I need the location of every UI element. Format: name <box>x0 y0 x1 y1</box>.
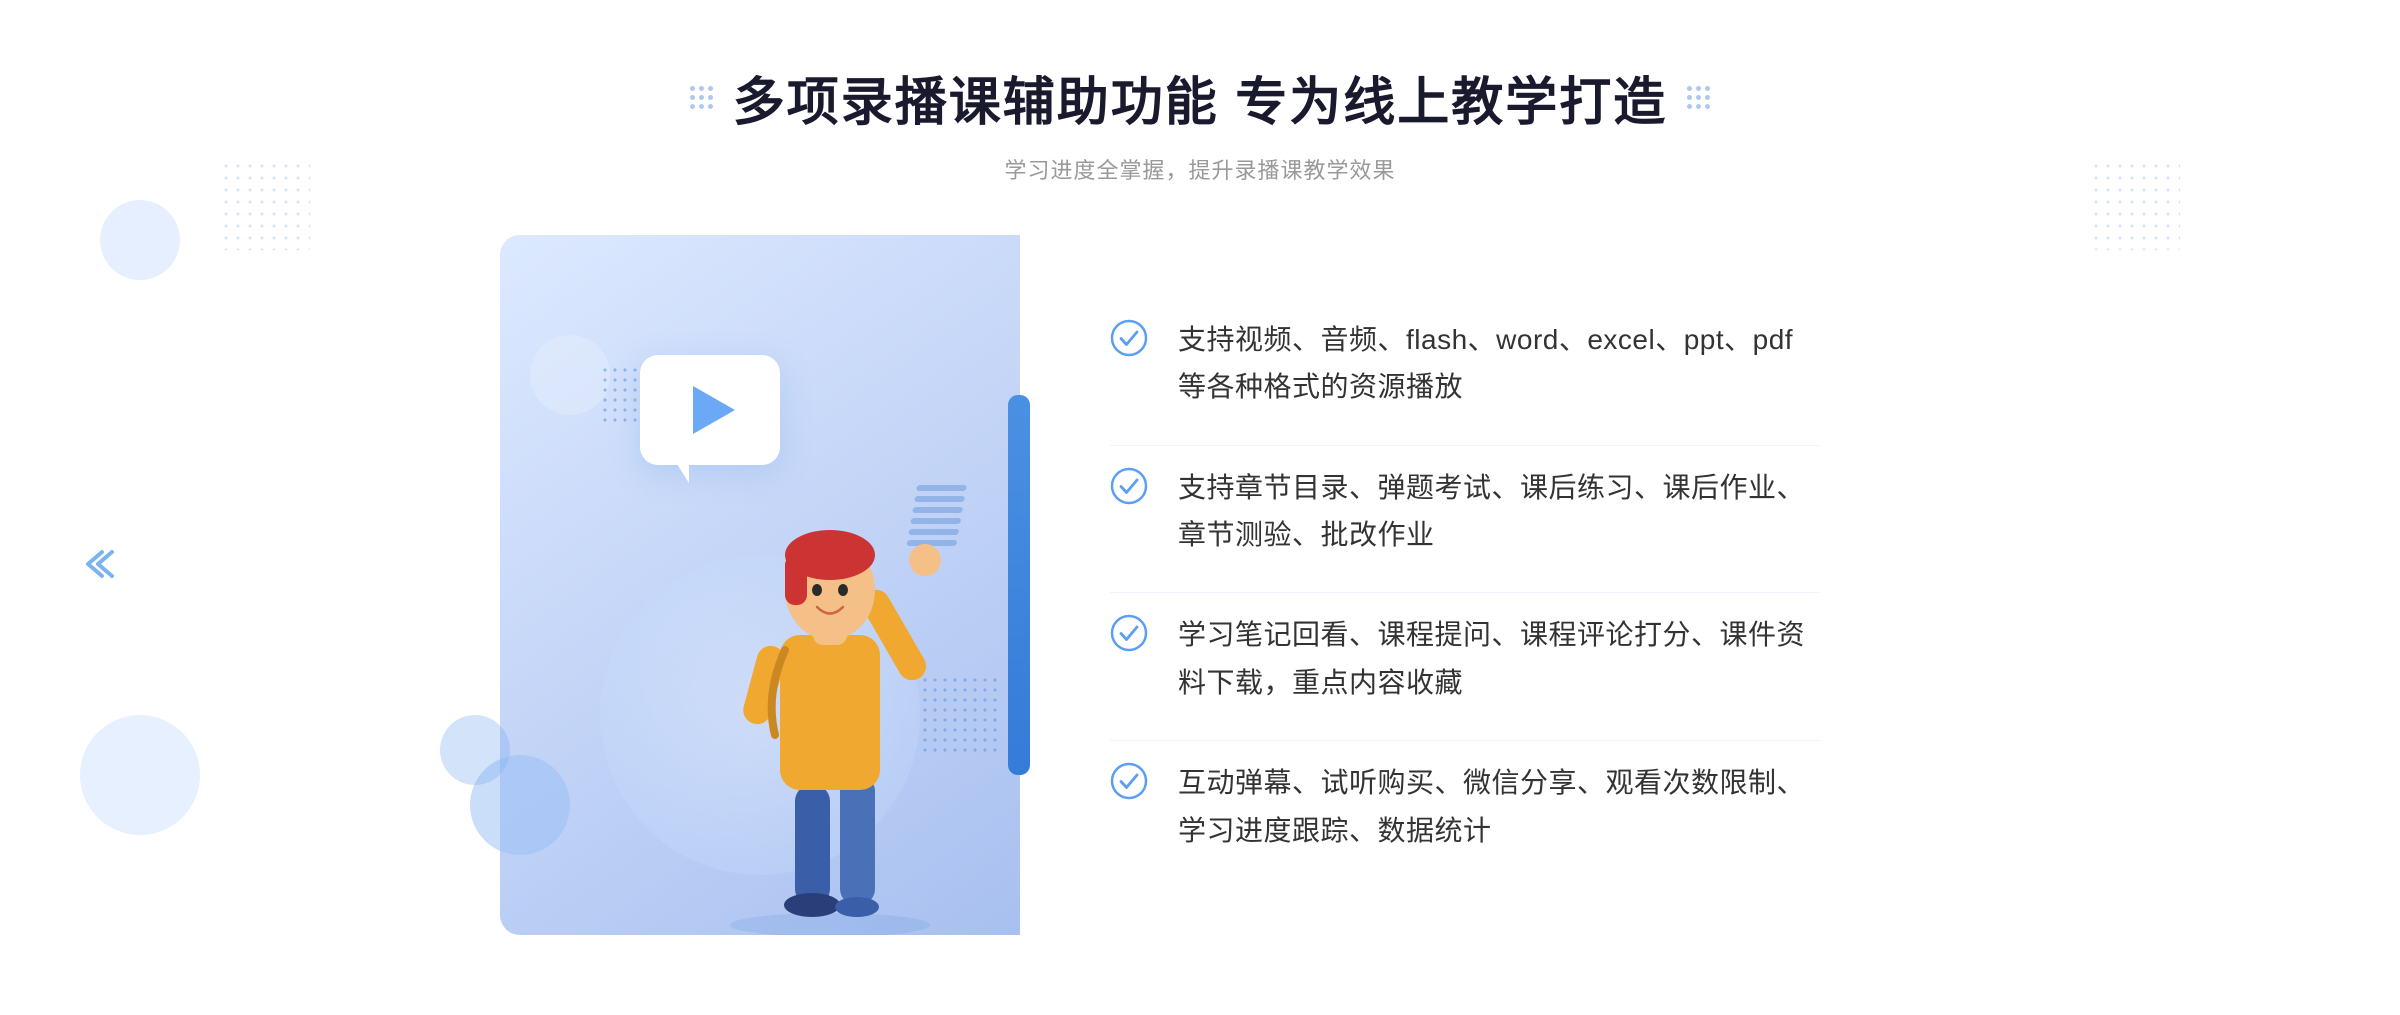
blue-accent-bar <box>1008 395 1030 775</box>
page-container: 多项录播课辅助功能 专为线上教学打造 学习进度全掌握，提升录播课教学效果 <box>0 0 2400 1015</box>
feature-text-3: 学习笔记回看、课程提问、课程评论打分、课件资料下载，重点内容收藏 <box>1178 611 1820 706</box>
feature-text-2: 支持章节目录、弹题考试、课后练习、课后作业、章节测验、批改作业 <box>1178 464 1820 559</box>
dots-decoration-left <box>220 160 310 250</box>
person-illustration <box>655 415 1005 935</box>
left-chevron-nav[interactable] <box>80 548 120 580</box>
check-icon-4 <box>1110 762 1148 800</box>
feature-item-1: 支持视频、音频、flash、word、excel、ppt、pdf等各种格式的资源… <box>1110 298 1820 429</box>
deco-circle-2 <box>440 715 510 785</box>
dots-decoration-right <box>2090 160 2180 250</box>
title-row: 多项录播课辅助功能 专为线上教学打造 <box>690 60 1710 135</box>
check-icon-1 <box>1110 319 1148 357</box>
feature-item-3: 学习笔记回看、课程提问、课程评论打分、课件资料下载，重点内容收藏 <box>1110 592 1820 724</box>
subtitle: 学习进度全掌握，提升录播课教学效果 <box>690 153 1710 185</box>
feature-text-1: 支持视频、音频、flash、word、excel、ppt、pdf等各种格式的资源… <box>1178 316 1820 411</box>
feature-item-4: 互动弹幕、试听购买、微信分享、观看次数限制、学习进度跟踪、数据统计 <box>1110 740 1820 872</box>
feature-item-2: 支持章节目录、弹题考试、课后练习、课后作业、章节测验、批改作业 <box>1110 445 1820 577</box>
deco-circle-top <box>100 200 180 280</box>
feature-text-4: 互动弹幕、试听购买、微信分享、观看次数限制、学习进度跟踪、数据统计 <box>1178 759 1820 854</box>
decorative-dots-left <box>690 86 713 109</box>
content-area: 支持视频、音频、flash、word、excel、ppt、pdf等各种格式的资源… <box>500 235 1900 935</box>
decorative-dots-right <box>1687 86 1710 109</box>
header-section: 多项录播课辅助功能 专为线上教学打造 学习进度全掌握，提升录播课教学效果 <box>690 60 1710 185</box>
circle-small <box>530 335 610 415</box>
main-title: 多项录播课辅助功能 专为线上教学打造 <box>733 60 1667 135</box>
deco-circle-bottom <box>80 715 200 835</box>
check-icon-3 <box>1110 614 1148 652</box>
check-icon-2 <box>1110 467 1148 505</box>
illustration-panel <box>500 235 1020 935</box>
features-panel: 支持视频、音频、flash、word、excel、ppt、pdf等各种格式的资源… <box>1020 235 1900 935</box>
